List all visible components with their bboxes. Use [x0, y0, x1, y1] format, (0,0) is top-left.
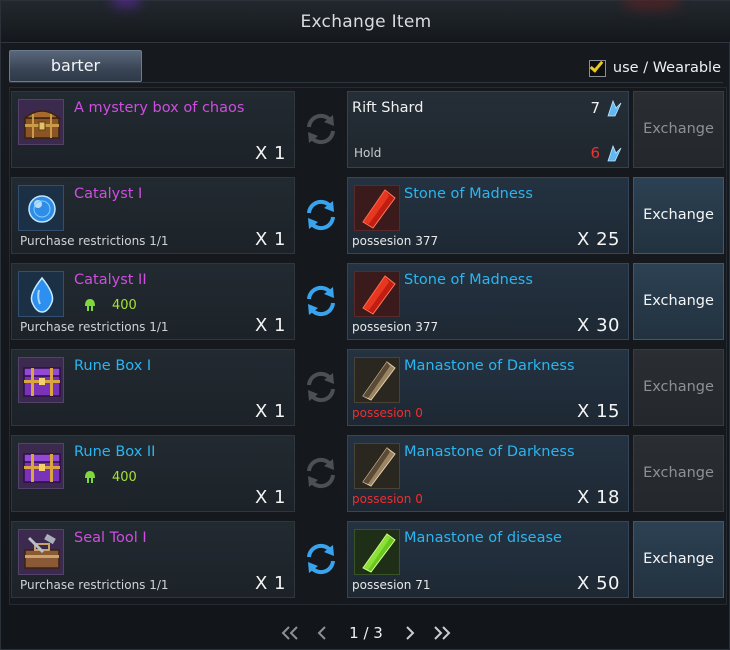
source-item-name: Seal Tool I: [74, 530, 147, 546]
exchange-button[interactable]: Exchange: [633, 521, 724, 598]
red-crystal-icon: [354, 271, 400, 317]
target-item-qty: X 25: [577, 229, 620, 250]
dark-manastone-icon: [354, 443, 400, 489]
exchange-row: A mystery box of chaos X 1 Rift Shard 7 …: [11, 87, 725, 169]
target-item-name: Stone of Madness: [404, 272, 533, 288]
exchange-button[interactable]: Exchange: [633, 435, 724, 512]
use-wearable-filter[interactable]: use / Wearable: [588, 57, 721, 78]
tab-barter[interactable]: barter: [9, 50, 142, 82]
source-item-qty: X 1: [254, 573, 286, 594]
rift-shard-icon: [604, 99, 622, 117]
cost-line: 400: [82, 469, 137, 485]
next-page-icon[interactable]: [399, 622, 421, 644]
red-crystal-icon: [354, 185, 400, 231]
exchange-button[interactable]: Exchange: [633, 91, 724, 168]
rift-shard-required: 7: [590, 99, 600, 117]
first-page-icon[interactable]: [279, 622, 301, 644]
rift-shard-name: Rift Shard: [352, 100, 424, 116]
source-item-qty: X 1: [254, 401, 286, 422]
dark-manastone-icon: [354, 357, 400, 403]
possession-count: possesion 377: [352, 234, 439, 248]
target-item-name: Manastone of Darkness: [404, 444, 575, 460]
target-item-cell[interactable]: Stone of Madness possesion 377 X 30: [347, 263, 629, 340]
exchange-button[interactable]: Exchange: [633, 263, 724, 340]
possession-count: possesion 71: [352, 578, 431, 592]
target-item-qty: X 18: [577, 487, 620, 508]
target-item-cell[interactable]: Stone of Madness possesion 377 X 25: [347, 177, 629, 254]
cost-value: 400: [112, 469, 137, 485]
last-page-icon[interactable]: [431, 622, 453, 644]
source-item-name: Rune Box II: [74, 444, 156, 460]
cost-line: 400: [82, 297, 137, 313]
purple-chest-icon: [18, 357, 64, 403]
target-item-cell[interactable]: Manastone of disease possesion 71 X 50: [347, 521, 629, 598]
exchange-arrows-icon: [299, 537, 343, 581]
helmet-icon: [85, 471, 95, 483]
exchange-row: Catalyst II 400 Purchase restrictions 1/…: [11, 259, 725, 341]
green-manastone-icon: [354, 529, 400, 575]
tab-divider: [9, 82, 723, 83]
page-indicator: 1 / 3: [349, 624, 383, 642]
source-item-cell[interactable]: Rune Box II 400 X 1: [11, 435, 295, 512]
use-wearable-checkbox[interactable]: [588, 57, 606, 77]
cost-value: 400: [112, 297, 137, 313]
target-item-qty: X 30: [577, 315, 620, 336]
source-item-name: Rune Box I: [74, 358, 152, 374]
helmet-icon: [85, 299, 95, 311]
source-item-cell[interactable]: A mystery box of chaos X 1: [11, 91, 295, 168]
source-item-qty: X 1: [254, 143, 286, 164]
source-item-cell[interactable]: Catalyst I Purchase restrictions 1/1 X 1: [11, 177, 295, 254]
source-item-name: Catalyst I: [74, 186, 143, 202]
pagination: 1 / 3: [1, 619, 730, 647]
rift-shard-held: 6: [590, 144, 600, 162]
exchange-window: Exchange Item barter use / Wearable A my…: [0, 0, 730, 650]
exchange-row: Seal Tool I Purchase restrictions 1/1 X …: [11, 517, 725, 599]
toolbox-icon: [18, 529, 64, 575]
exchange-arrows-icon: [299, 193, 343, 237]
exchange-arrows-icon: [299, 451, 343, 495]
purchase-restriction: Purchase restrictions 1/1: [20, 578, 169, 592]
source-item-name: Catalyst II: [74, 272, 147, 288]
target-item-cell[interactable]: Manastone of Darkness possesion 0 X 18: [347, 435, 629, 512]
purchase-restriction: Purchase restrictions 1/1: [20, 234, 169, 248]
exchange-row: Rune Box II 400 X 1 Manastone of Darknes…: [11, 431, 725, 513]
exchange-arrows-icon: [299, 279, 343, 323]
source-item-qty: X 1: [254, 487, 286, 508]
source-item-qty: X 1: [254, 315, 286, 336]
target-item-qty: X 15: [577, 401, 620, 422]
source-item-cell[interactable]: Catalyst II 400 Purchase restrictions 1/…: [11, 263, 295, 340]
target-item-name: Manastone of Darkness: [404, 358, 575, 374]
source-item-cell[interactable]: Rune Box I X 1: [11, 349, 295, 426]
purple-chest-icon: [18, 443, 64, 489]
exchange-row: Catalyst I Purchase restrictions 1/1 X 1…: [11, 173, 725, 255]
blue-orb-icon: [18, 185, 64, 231]
source-item-qty: X 1: [254, 229, 286, 250]
target-item-name: Stone of Madness: [404, 186, 533, 202]
target-item-cell[interactable]: Manastone of Darkness possesion 0 X 15: [347, 349, 629, 426]
purchase-restriction: Purchase restrictions 1/1: [20, 320, 169, 334]
prev-page-icon[interactable]: [311, 622, 333, 644]
possession-count: possesion 377: [352, 320, 439, 334]
blue-gem-icon: [18, 271, 64, 317]
exchange-row: Rune Box I X 1 Manastone of Darkness pos…: [11, 345, 725, 427]
exchange-button[interactable]: Exchange: [633, 177, 724, 254]
source-item-cell[interactable]: Seal Tool I Purchase restrictions 1/1 X …: [11, 521, 295, 598]
window-title: Exchange Item: [1, 1, 730, 43]
treasure-chest-icon: [18, 99, 64, 145]
possession-count: possesion 0: [352, 406, 423, 420]
source-item-name: A mystery box of chaos: [74, 100, 245, 116]
target-item-name: Manastone of disease: [404, 530, 562, 546]
use-wearable-label: use / Wearable: [612, 60, 721, 76]
checkmark-icon: [589, 57, 604, 73]
target-item-cell[interactable]: Rift Shard 7 Hold 6: [347, 91, 629, 168]
exchange-arrows-icon: [299, 107, 343, 151]
exchange-arrows-icon: [299, 365, 343, 409]
possession-count: possesion 0: [352, 492, 423, 506]
target-item-qty: X 50: [577, 573, 620, 594]
rift-shard-icon: [604, 144, 622, 162]
hold-label: Hold: [354, 146, 382, 160]
exchange-button[interactable]: Exchange: [633, 349, 724, 426]
